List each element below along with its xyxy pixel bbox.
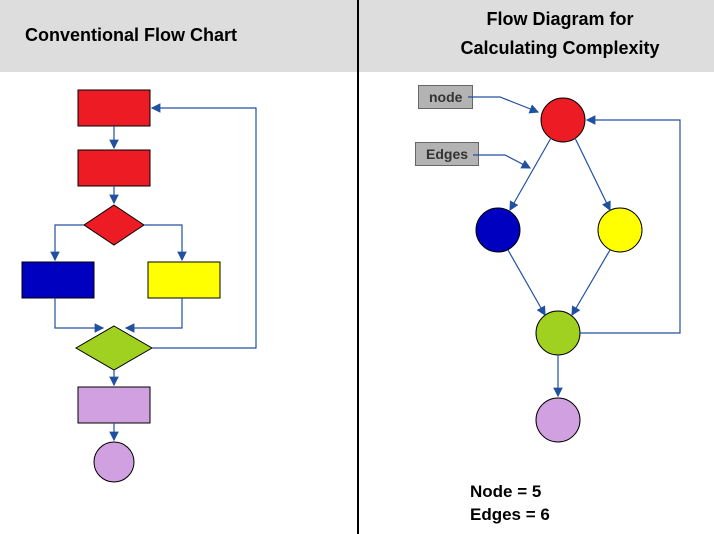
label-pointer-node [468,97,538,112]
label-pointer-edges [473,155,530,168]
flowchart-rect-red-1 [78,90,150,126]
arrow [55,298,103,328]
flowchart-terminator [94,442,134,482]
arrow [126,298,182,328]
graph-node-green [536,311,580,355]
arrow [55,225,84,260]
diagram-svg [0,0,714,534]
graph-node-yellow [598,208,642,252]
edge [510,138,551,210]
graph-node-blue [476,208,520,252]
edge [575,138,610,210]
flowchart-diamond-red [84,205,144,245]
graph-node-purple [536,398,580,442]
edge [508,250,545,315]
arrow-loopback [152,108,256,348]
arrow [144,225,182,260]
edge [572,250,610,315]
flowchart-diamond-green [76,326,152,370]
flowchart-rect-red-2 [78,150,150,186]
flowchart-rect-yellow [148,262,220,298]
flowchart-rect-blue [22,262,94,298]
graph-node-red [541,98,585,142]
flowchart-rect-purple [78,387,150,423]
